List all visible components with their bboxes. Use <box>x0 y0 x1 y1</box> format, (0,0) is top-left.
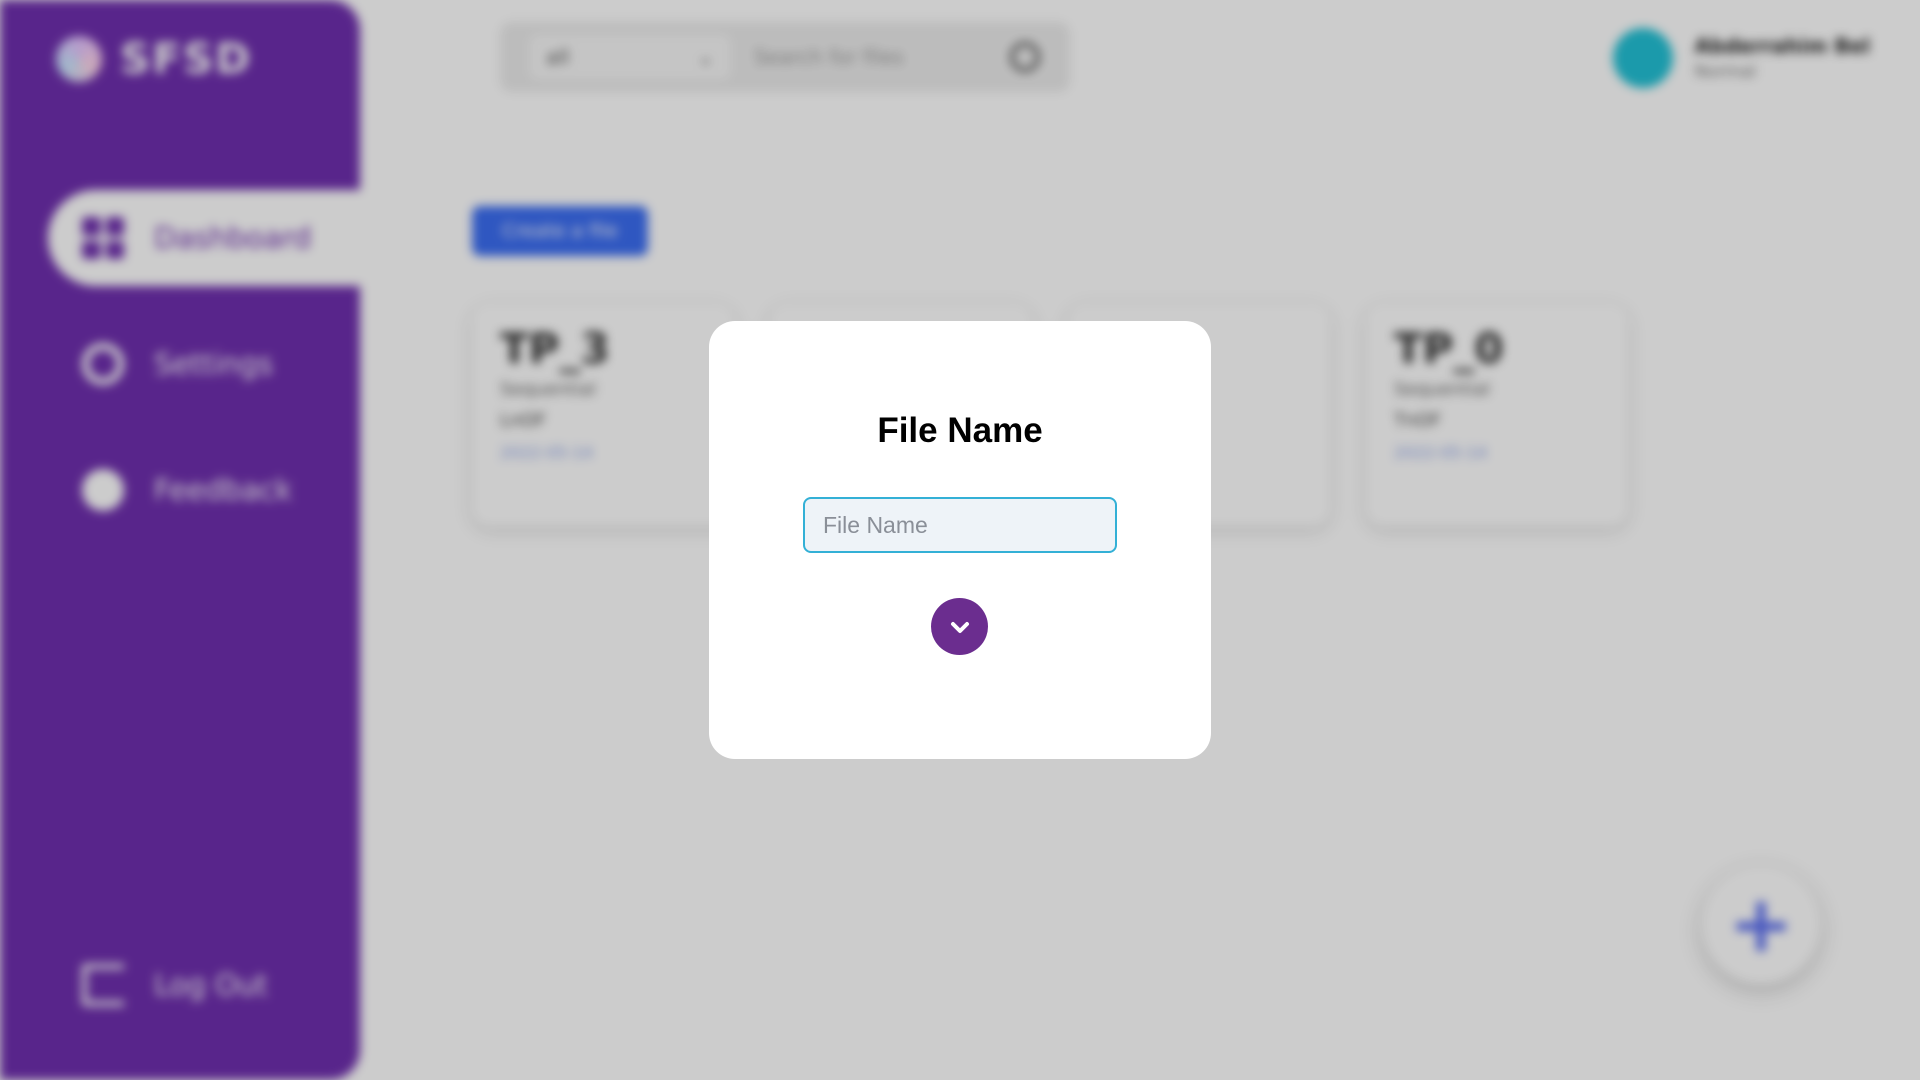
chevron-down-icon <box>950 621 969 633</box>
dialog-title: File Name <box>877 411 1043 450</box>
confirm-button[interactable] <box>931 598 988 655</box>
file-name-input[interactable] <box>803 497 1117 553</box>
file-name-dialog: File Name <box>709 321 1211 759</box>
